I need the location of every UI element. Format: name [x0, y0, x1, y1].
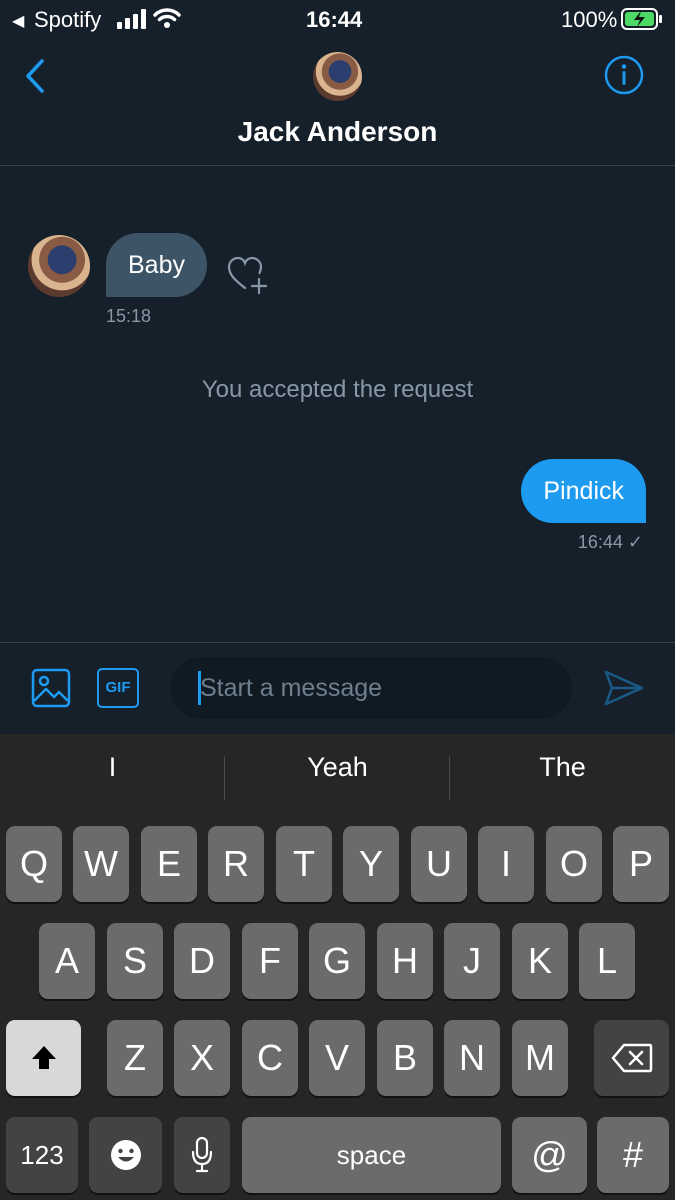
- outgoing-message-meta: 16:44 ✓: [578, 532, 643, 553]
- incoming-message-bubble[interactable]: Baby: [106, 233, 207, 297]
- back-chevron-icon[interactable]: [22, 58, 46, 94]
- suggestion-2[interactable]: Yeah: [225, 752, 450, 783]
- key-j[interactable]: J: [444, 923, 500, 999]
- suggestion-1[interactable]: I: [0, 752, 225, 783]
- key-d[interactable]: D: [174, 923, 230, 999]
- key-b[interactable]: B: [377, 1020, 433, 1096]
- keyboard: I Yeah The Q W E R T Y U I O P A S D F G…: [0, 734, 675, 1200]
- battery-percent: 100%: [561, 7, 618, 32]
- key-a[interactable]: A: [39, 923, 95, 999]
- key-l[interactable]: L: [579, 923, 635, 999]
- send-icon[interactable]: [603, 668, 645, 708]
- key-k[interactable]: K: [512, 923, 568, 999]
- message-timestamp: 15:18: [106, 306, 152, 326]
- key-w[interactable]: W: [73, 826, 129, 902]
- backspace-key[interactable]: [594, 1020, 669, 1096]
- at-key[interactable]: @: [512, 1117, 587, 1193]
- key-m[interactable]: M: [512, 1020, 568, 1096]
- back-app-label[interactable]: Spotify: [34, 7, 101, 33]
- wifi-icon: [153, 7, 181, 29]
- key-z[interactable]: Z: [107, 1020, 163, 1096]
- signal-icon: [117, 9, 147, 29]
- back-triangle-icon[interactable]: ◀: [12, 11, 24, 31]
- shift-key[interactable]: [6, 1020, 81, 1096]
- key-v[interactable]: V: [309, 1020, 365, 1096]
- key-p[interactable]: P: [613, 826, 669, 902]
- heart-plus-icon[interactable]: [226, 254, 270, 296]
- numbers-key[interactable]: 123: [6, 1117, 78, 1193]
- key-x[interactable]: X: [174, 1020, 230, 1096]
- microphone-icon: [191, 1136, 213, 1173]
- key-r[interactable]: R: [208, 826, 264, 902]
- battery-charging-icon: [621, 8, 663, 30]
- message-composer: GIF: [0, 642, 675, 734]
- conversation-header: Jack Anderson: [0, 40, 675, 166]
- status-bar: ◀ Spotify 16:44 100%: [0, 0, 675, 40]
- dictation-key[interactable]: [174, 1117, 230, 1193]
- key-q[interactable]: Q: [6, 826, 62, 902]
- system-message: You accepted the request: [201, 376, 474, 403]
- contact-name[interactable]: Jack Anderson: [0, 116, 675, 148]
- key-h[interactable]: H: [377, 923, 433, 999]
- clock: 16:44: [306, 7, 363, 32]
- key-f[interactable]: F: [242, 923, 298, 999]
- key-i[interactable]: I: [478, 826, 534, 902]
- sent-check-icon: ✓: [627, 532, 643, 552]
- text-cursor: [198, 671, 201, 705]
- key-s[interactable]: S: [107, 923, 163, 999]
- outgoing-message-bubble[interactable]: Pindick: [521, 459, 646, 523]
- key-c[interactable]: C: [242, 1020, 298, 1096]
- key-e[interactable]: E: [141, 826, 197, 902]
- shift-arrow-icon: [31, 1046, 56, 1069]
- message-input[interactable]: [170, 657, 572, 719]
- key-y[interactable]: Y: [343, 826, 399, 902]
- emoji-icon: [110, 1140, 141, 1170]
- key-o[interactable]: O: [546, 826, 602, 902]
- key-g[interactable]: G: [309, 923, 365, 999]
- gif-icon[interactable]: GIF: [97, 668, 139, 708]
- key-t[interactable]: T: [276, 826, 332, 902]
- image-icon[interactable]: [31, 668, 71, 708]
- key-n[interactable]: N: [444, 1020, 500, 1096]
- message-timestamp: 16:44: [577, 532, 623, 552]
- suggestion-3[interactable]: The: [450, 752, 675, 783]
- backspace-icon: [611, 1043, 652, 1073]
- space-key[interactable]: space: [242, 1117, 501, 1193]
- contact-avatar[interactable]: [313, 52, 362, 101]
- hash-key[interactable]: #: [597, 1117, 669, 1193]
- info-icon[interactable]: [603, 54, 645, 96]
- emoji-key[interactable]: [89, 1117, 162, 1193]
- sender-avatar[interactable]: [28, 235, 90, 297]
- key-u[interactable]: U: [411, 826, 467, 902]
